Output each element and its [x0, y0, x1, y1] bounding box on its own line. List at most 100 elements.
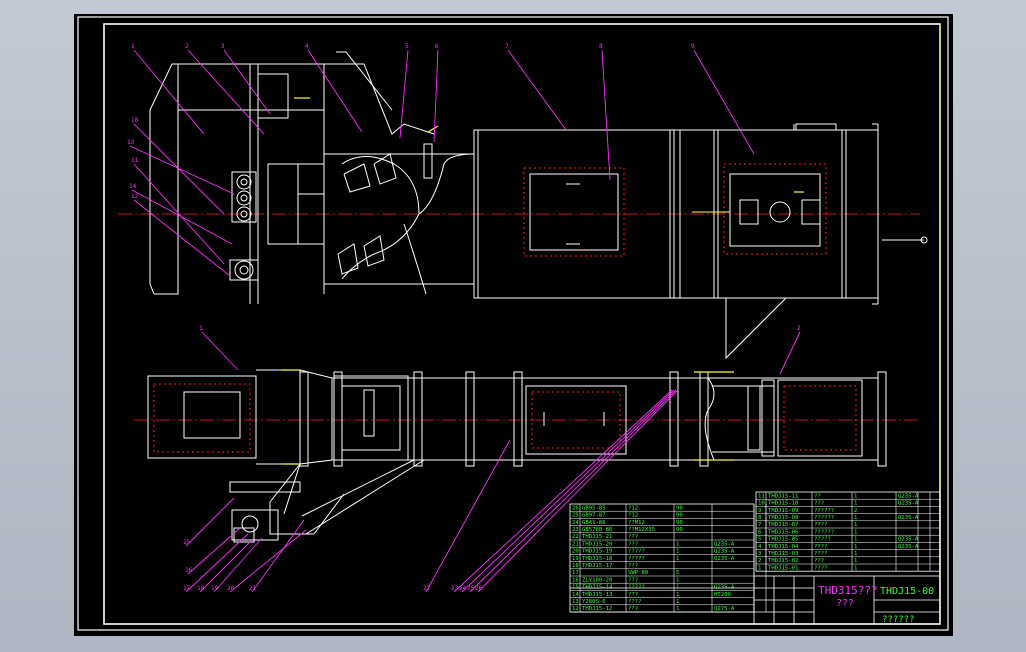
title-line2: ??? — [836, 598, 854, 609]
top-leader-8 — [693, 49, 755, 155]
bom-cell-name: ????? — [628, 556, 645, 562]
company-name: ?????? — [882, 615, 915, 625]
bom-cell-mat: Q235-A — [714, 556, 735, 562]
callout-leaders: 1 2 3 4 5 6 7 8 910111213141 2151617 18 19 20 21 22 23 2… — [127, 43, 801, 593]
top-leader-12 — [129, 145, 235, 195]
bom-cell-code: THDJ15-13 — [582, 592, 612, 598]
bom-cell-qty: 1 — [854, 565, 857, 571]
bom-cell-no: 8 — [758, 515, 762, 521]
bom-cell-code: GB95-85 — [582, 505, 606, 511]
bom-cell-code: THDJ15-03 — [768, 551, 798, 557]
top-callout-number: 8 — [599, 43, 603, 50]
bottom-leader-2 — [185, 497, 235, 547]
bom-cell-name: ??? — [628, 592, 638, 598]
bom-cell-qty: 1 — [854, 529, 857, 535]
title-line1: THD315??? — [818, 584, 878, 597]
top-leader-2 — [223, 49, 271, 115]
bom-cell-name: ???? — [814, 551, 827, 557]
bom-cell-qty: 1 — [854, 515, 857, 521]
bottom-callout-number: 15 — [183, 539, 191, 546]
bottom-leader-1 — [779, 331, 801, 375]
bom-cell-name: ????? — [628, 549, 645, 555]
bom-cell-name: ??? — [628, 534, 638, 540]
bom-cell-name: ?12 — [628, 513, 638, 519]
bom-cell-qty: 1 — [676, 599, 679, 605]
bom-cell-name: ??? — [628, 541, 638, 547]
bom-cell-qty: 1 — [854, 551, 857, 557]
bottom-leader-0 — [201, 331, 239, 371]
top-callout-number: 5 — [405, 43, 409, 50]
bom-cell-qty: 5 — [676, 570, 679, 576]
bom-cell-code: THDJ15-07 — [768, 522, 798, 528]
bom-table-left: 26 GB95-85 ?12 9025 GB97-87 ?12 9024 GB41-86 ??M… — [569, 503, 767, 613]
bom-cell-no: 10 — [758, 501, 765, 507]
cad-viewport[interactable]: 1 2 3 4 5 6 7 8 9 10 11 12 13 14 1 2 15 16 17 18 19 20 21 22 23 2… — [0, 0, 1026, 652]
bom-cell-qty: 1 — [676, 577, 679, 583]
top-callout-number: 3 — [221, 43, 225, 50]
bottom-leader-5 — [199, 537, 255, 593]
bom-cell-no: 1 — [758, 565, 761, 571]
bom-cell-code: GB97-87 — [582, 513, 606, 519]
upper-elevation-view — [118, 51, 928, 360]
bom-cell-qty: 1 — [854, 558, 857, 564]
bom-cell-no: 3 — [758, 551, 761, 557]
bom-cell-qty: 90 — [676, 527, 683, 533]
bom-cell-qty: 1 — [854, 537, 857, 543]
bom-cell-no: 26 — [572, 505, 579, 511]
bom-cell-qty: 90 — [676, 520, 683, 526]
bottom-callout-number: 1 — [199, 325, 203, 332]
bom-cell-name: ?????? — [814, 515, 834, 521]
accent-marks — [282, 97, 804, 465]
bottom-leader-3 — [187, 527, 241, 575]
bottom-callout-number: 17 — [183, 585, 191, 592]
top-callout-number: 10 — [131, 117, 139, 124]
bom-cell-no: 24 — [572, 520, 579, 526]
top-callout-number: 9 — [691, 43, 695, 50]
bom-cell-no: 6 — [758, 529, 761, 535]
top-leader-13 — [131, 189, 233, 245]
bom-cell-code: THDJ15-02 — [768, 558, 798, 564]
bottom-leader-9 — [425, 439, 511, 593]
top-leader-0 — [133, 49, 205, 135]
top-callout-number: 14 — [129, 183, 137, 190]
top-callout-number: 2 — [185, 43, 189, 50]
bom-cell-qty: 1 — [676, 541, 679, 547]
bom-cell-qty: 1 — [854, 501, 857, 507]
bom-cell-no: 21 — [572, 541, 579, 547]
bom-table-right: 11 THDJ15-11?? 1 Q235-A10 THDJ15-10??? 1 Q235-… — [755, 491, 941, 572]
bom-cell-name: ???? — [814, 544, 827, 550]
bom-cell-name: ??M12 — [628, 520, 645, 526]
top-callout-number: 1 — [131, 43, 135, 50]
bom-cell-code: THDJ15-01 — [768, 565, 798, 571]
bottom-callout-number: 25 — [467, 585, 475, 592]
bottom-leader-6 — [213, 537, 263, 593]
bom-cell-qty: 1 — [854, 544, 857, 550]
top-leader-11 — [133, 199, 231, 277]
bom-cell-mat: Q235-A — [898, 537, 919, 543]
bom-cell-mat: HT200 — [714, 592, 731, 598]
bom-cell-mat: Q275-A — [714, 606, 735, 612]
bottom-leader-4 — [185, 533, 249, 593]
bom-cell-qty: 1 — [854, 493, 857, 499]
bom-cell-name: ??? — [814, 501, 824, 507]
bom-cell-name: ???? — [628, 599, 641, 605]
bom-cell-name: ???? — [814, 565, 827, 571]
bom-cell-code: THDJ15-12 — [582, 606, 612, 612]
top-callout-number: 6 — [435, 43, 439, 50]
bom-cell-qty: 1 — [854, 522, 857, 528]
bottom-callout-number: 2 — [797, 325, 801, 332]
top-callout-number: 12 — [131, 193, 139, 200]
drawing-number: THDJ15-00 — [880, 586, 934, 597]
bom-cell-no: 9 — [758, 508, 761, 514]
bom-cell-name: ???? — [814, 522, 827, 528]
bom-cell-code: THDJ15-20 — [582, 541, 612, 547]
top-callout-number: 4 — [305, 43, 309, 50]
bom-cell-mat: Q235-A — [714, 549, 735, 555]
bom-cell-code: GB5780-86 — [582, 527, 612, 533]
bottom-callout-number: 18 — [197, 585, 205, 592]
top-callout-number: 7 — [505, 43, 509, 50]
bom-cell-mat: Q235-A — [898, 501, 919, 507]
bom-cell-no: 20 — [572, 549, 579, 555]
bom-cell-code: THDJ15-21 — [582, 534, 612, 540]
bom-cell-no: 19 — [572, 556, 579, 562]
